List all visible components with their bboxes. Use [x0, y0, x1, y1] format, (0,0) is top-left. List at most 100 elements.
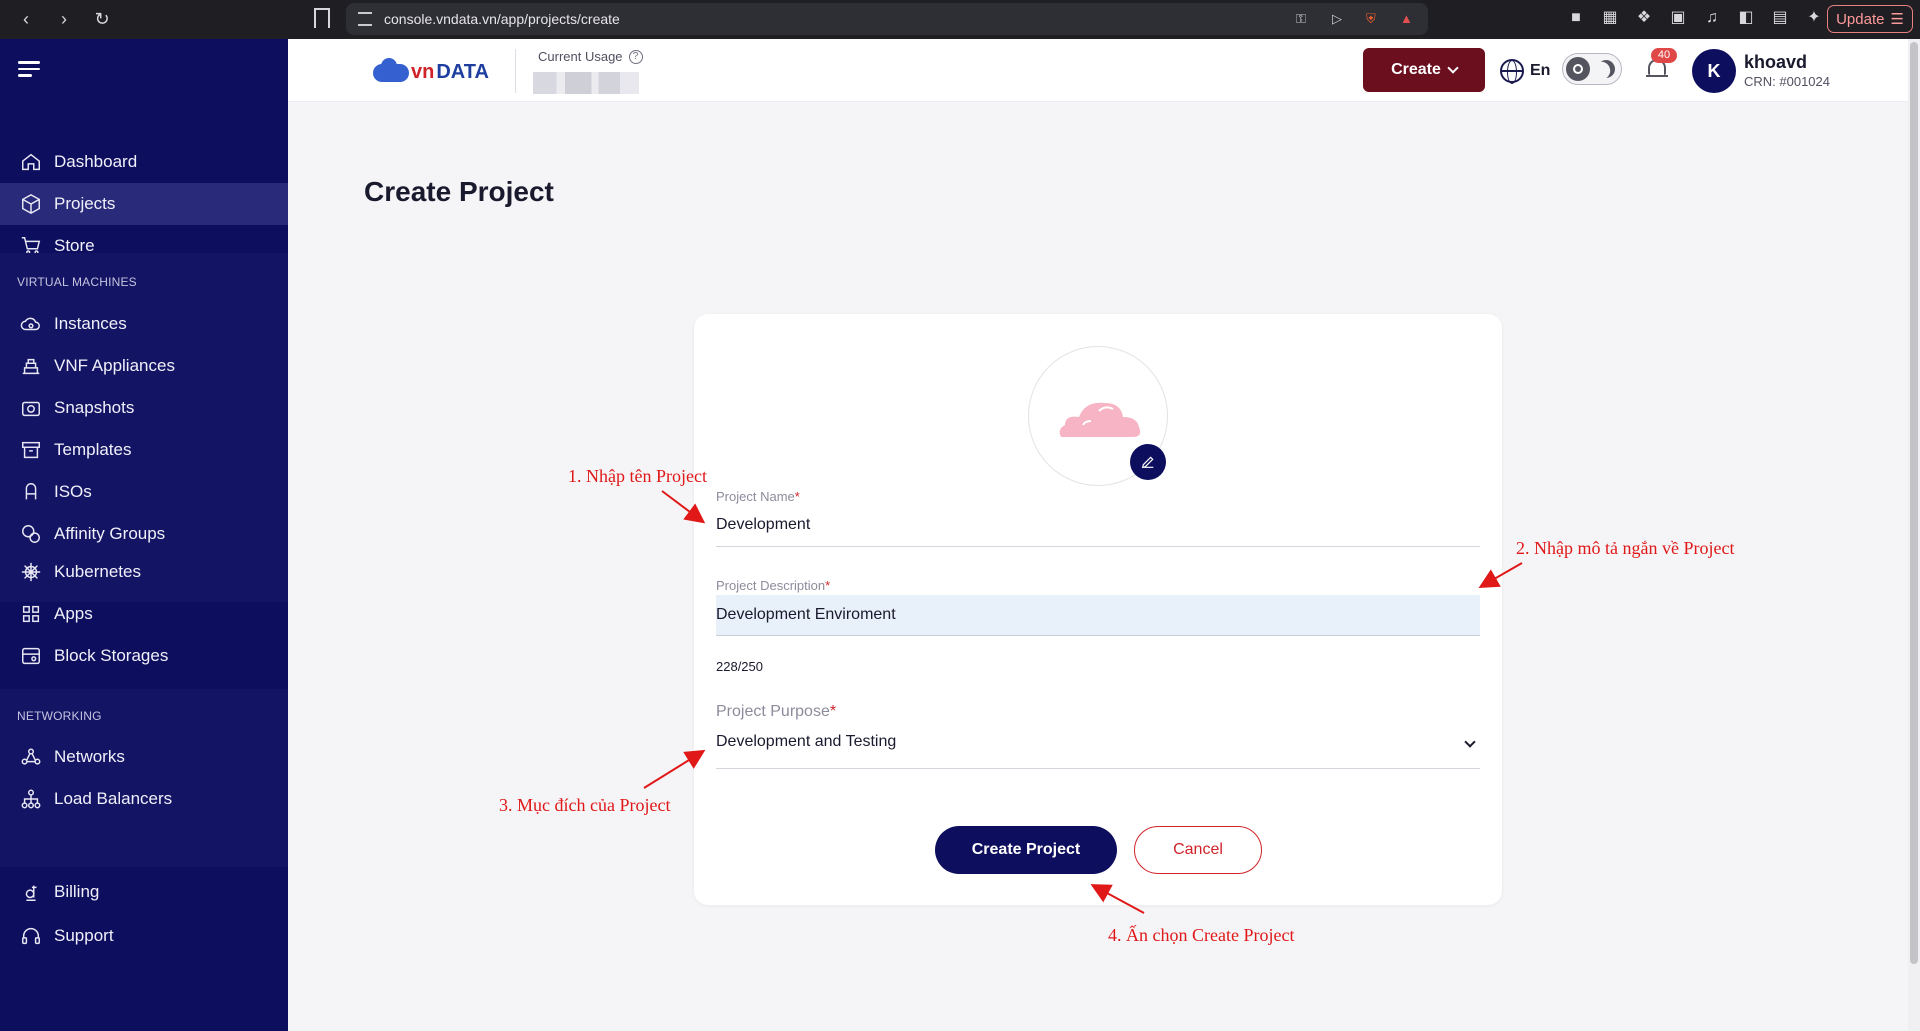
reload-icon[interactable]: ↻ — [90, 9, 114, 30]
sidebar-item-kubernetes[interactable]: Kubernetes — [0, 551, 288, 593]
wallet-icon[interactable]: ▤ — [1770, 8, 1790, 28]
create-dropdown-button[interactable]: Create — [1363, 48, 1485, 92]
annotation-step-4: 4. Ấn chọn Create Project — [1108, 925, 1295, 945]
project-purpose-select[interactable]: Development and Testing — [716, 733, 896, 751]
usage-value-blurred — [533, 72, 639, 94]
sidebar-item-label: Kubernetes — [54, 562, 141, 581]
sidebar-k8s-items: Kubernetes Apps Block Storages — [0, 551, 288, 677]
create-project-card: Project Name* Development Project Descri… — [694, 314, 1502, 905]
home-icon — [20, 151, 42, 173]
chevron-down-icon[interactable] — [1464, 736, 1476, 748]
character-counter: 228/250 — [716, 659, 763, 674]
sidebar-toggle-icon[interactable]: ◧ — [1736, 8, 1756, 28]
update-button[interactable]: Update ☰ — [1827, 5, 1913, 33]
language-label: En — [1530, 62, 1551, 79]
puzzle-icon[interactable]: ❖ — [1634, 8, 1654, 28]
scrollbar-thumb[interactable] — [1910, 42, 1918, 964]
header-divider — [515, 49, 516, 93]
required-mark: * — [825, 578, 831, 593]
theme-toggle[interactable] — [1562, 53, 1622, 85]
sidebar-item-label: Instances — [54, 314, 127, 333]
sidebar-item-label: VNF Appliances — [54, 356, 175, 375]
project-purpose-label: Project Purpose* — [716, 703, 836, 721]
chevron-down-icon — [1447, 62, 1459, 74]
sidebar-item-load-balancers[interactable]: Load Balancers — [0, 778, 288, 820]
screenshot-icon[interactable]: ▣ — [1668, 8, 1688, 28]
sidebar-item-label: Networks — [54, 747, 125, 766]
vndata-logo[interactable]: vn DATA — [373, 57, 489, 84]
logo-text-data: DATA — [436, 61, 489, 83]
back-icon[interactable]: ‹ — [14, 9, 38, 30]
browser-nav: ‹ › ↻ — [0, 9, 114, 30]
required-mark: * — [829, 703, 837, 720]
annotation-step-3: 3. Mục đích của Project — [499, 795, 671, 815]
edit-image-button[interactable] — [1130, 444, 1166, 480]
sidebar-item-label: Billing — [54, 882, 100, 901]
music-icon[interactable]: ♫ — [1702, 8, 1722, 28]
sidebar-item-templates[interactable]: Templates — [0, 429, 288, 471]
globe-icon — [1500, 59, 1524, 84]
user-name[interactable]: khoavd — [1744, 52, 1807, 73]
sidebar-item-support[interactable]: Support — [0, 915, 288, 957]
notification-badge: 40 — [1651, 48, 1677, 63]
sidebar-item-vnf[interactable]: VNF Appliances — [0, 345, 288, 387]
project-name-label-text: Project Name — [716, 489, 795, 504]
bookmark-icon[interactable] — [314, 8, 330, 28]
send-icon[interactable]: ▷ — [1332, 12, 1348, 26]
camera-icon — [20, 397, 42, 419]
browser-toolbar: ‹ › ↻ console.vndata.vn/app/projects/cre… — [0, 0, 1920, 39]
project-description-label: Project Description* — [716, 578, 830, 593]
sidebar-item-block-storages[interactable]: Block Storages — [0, 635, 288, 677]
sidebar-item-snapshots[interactable]: Snapshots — [0, 387, 288, 429]
page-title: Create Project — [364, 176, 554, 207]
annotation-step-2: 2. Nhập mô tả ngắn về Project — [1516, 538, 1735, 558]
sidebar-item-label: Dashboard — [54, 152, 138, 171]
sidebar-item-affinity-groups[interactable]: Affinity Groups — [0, 513, 288, 555]
create-label: Create — [1391, 61, 1441, 78]
address-bar[interactable]: console.vndata.vn/app/projects/create ⚿ … — [346, 3, 1428, 35]
site-settings-icon[interactable] — [358, 12, 372, 26]
sidebar-item-label: Affinity Groups — [54, 524, 166, 543]
headset-icon — [20, 925, 42, 947]
project-description-label-text: Project Description — [716, 578, 826, 593]
create-project-button[interactable]: Create Project — [935, 826, 1117, 874]
sidebar: Dashboard Projects Store VIRTUAL MACHINE… — [0, 39, 288, 1031]
extension-icon[interactable]: ■ — [1566, 8, 1586, 28]
sidebar-item-label: Apps — [54, 604, 93, 623]
menu-icon: ☰ — [1890, 11, 1904, 28]
sidebar-item-apps[interactable]: Apps — [0, 593, 288, 635]
user-crn: CRN: #001024 — [1744, 74, 1830, 89]
language-switcher[interactable]: En — [1500, 59, 1551, 84]
avatar[interactable]: K — [1692, 49, 1736, 93]
help-icon[interactable]: ? — [628, 49, 643, 64]
sidebar-item-label: Snapshots — [54, 398, 135, 417]
logo-text-vn: vn — [411, 61, 435, 83]
balancer-icon — [20, 788, 42, 810]
forward-icon[interactable]: › — [52, 9, 76, 30]
annotation-step-1: 1. Nhập tên Project — [568, 466, 707, 486]
hamburger-icon[interactable] — [18, 61, 40, 81]
apps-icon — [20, 603, 42, 625]
sidebar-item-isos[interactable]: ISOs — [0, 471, 288, 513]
sidebar-net-items: Networks Load Balancers — [0, 736, 288, 820]
key-icon[interactable]: ⚿ — [1296, 12, 1312, 26]
brave-shield-icon[interactable]: ⛨ — [1366, 12, 1382, 26]
sidebar-bottom-items: Billing Support — [0, 871, 288, 957]
sidebar-item-instances[interactable]: Instances — [0, 303, 288, 345]
ai-icon[interactable]: ✦ — [1804, 8, 1824, 28]
sidebar-item-projects[interactable]: Projects — [0, 183, 288, 225]
logo-cloud-icon — [373, 57, 409, 82]
moon-icon — [1594, 57, 1619, 82]
sidebar-item-billing[interactable]: Billing — [0, 871, 288, 913]
qr-icon[interactable]: ▦ — [1600, 8, 1620, 28]
cancel-button[interactable]: Cancel — [1134, 826, 1262, 874]
sidebar-item-networks[interactable]: Networks — [0, 736, 288, 778]
brave-rewards-icon[interactable]: ▲ — [1400, 12, 1416, 26]
usage-label-text: Current Usage — [538, 49, 623, 64]
sun-icon — [1566, 57, 1590, 81]
sidebar-item-dashboard[interactable]: Dashboard — [0, 141, 288, 183]
helm-icon — [20, 561, 42, 583]
required-mark: * — [794, 489, 800, 504]
cloud-icon — [1059, 402, 1141, 437]
project-name-input[interactable]: Development — [716, 516, 810, 534]
